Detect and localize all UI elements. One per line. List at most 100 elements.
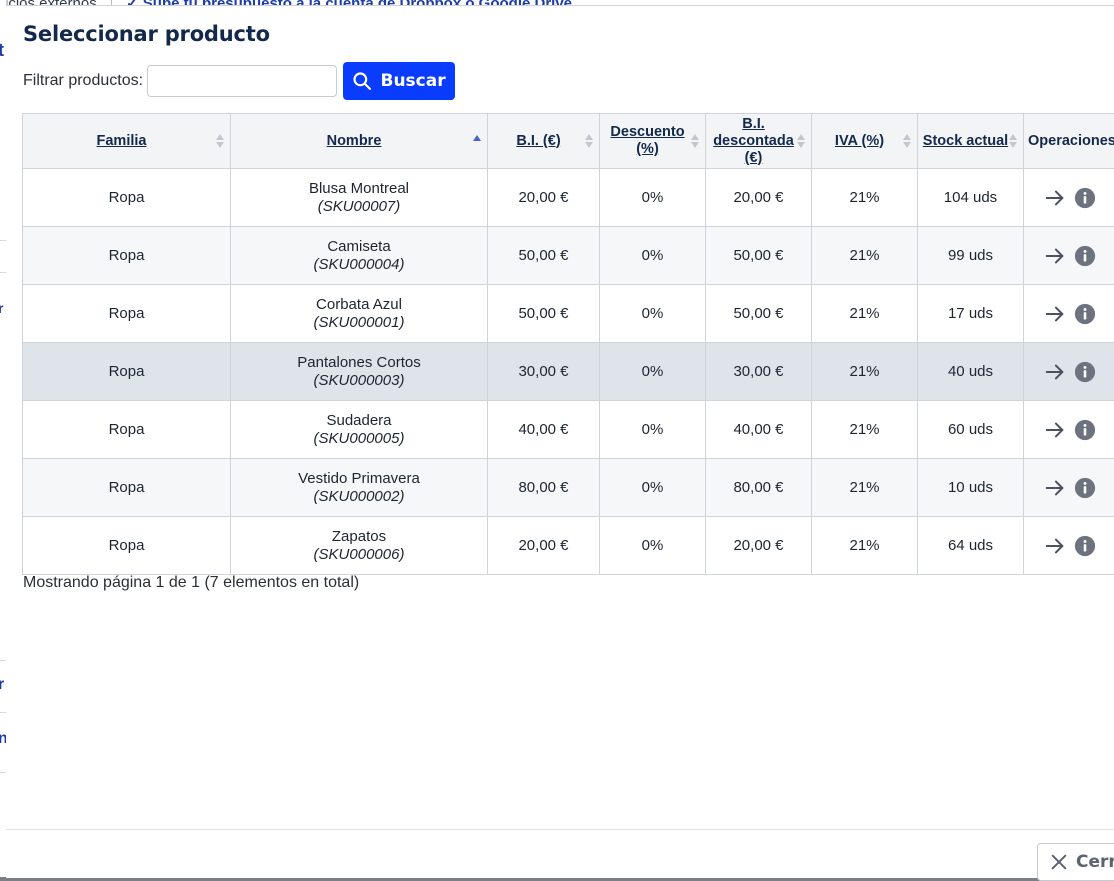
column-header-iva[interactable]: IVA (%) [812,114,918,169]
arrow-right-icon[interactable] [1044,535,1066,557]
column-header-label: Nombre [327,133,382,149]
cell-descuento: 0% [600,401,706,459]
cell-bi-desc: 40,00 € [706,401,812,459]
info-icon[interactable] [1074,535,1096,557]
close-icon [1050,853,1068,871]
cell-bi-desc: 20,00 € [706,169,812,227]
table-row[interactable]: RopaPantalones Cortos(SKU000003)30,00 €0… [23,343,1114,401]
arrow-right-icon[interactable] [1044,187,1066,209]
cell-operaciones [1024,285,1114,343]
sort-icon [216,134,224,148]
product-name: Camiseta [232,238,486,256]
cell-stock: 10 uds [918,459,1024,517]
info-icon[interactable] [1074,245,1096,267]
sort-icon [691,134,699,148]
cell-stock: 104 uds [918,169,1024,227]
table-row[interactable]: RopaBlusa Montreal(SKU00007)20,00 €0%20,… [23,169,1114,227]
table-row[interactable]: RopaZapatos(SKU000006)20,00 €0%20,00 €21… [23,517,1114,575]
cell-bi: 50,00 € [488,227,600,285]
arrow-right-icon[interactable] [1044,303,1066,325]
cell-operaciones [1024,169,1114,227]
column-header-label: descontada [713,133,794,149]
cell-nombre: Corbata Azul(SKU000001) [231,285,488,343]
table-row[interactable]: RopaSudadera(SKU000005)40,00 €0%40,00 €2… [23,401,1114,459]
column-header-stock[interactable]: Stock actual [918,114,1024,169]
info-icon[interactable] [1074,303,1096,325]
cell-familia: Ropa [23,517,231,575]
cell-familia: Ropa [23,169,231,227]
filter-bar: Filtrar productos: Buscar [23,63,455,99]
cell-bi: 20,00 € [488,169,600,227]
cell-iva: 21% [812,169,918,227]
column-header-label: Stock actual [923,133,1008,149]
cell-descuento: 0% [600,169,706,227]
column-header-bi[interactable]: B.I. (€) [488,114,600,169]
cell-bi: 40,00 € [488,401,600,459]
cell-nombre: Vestido Primavera(SKU000002) [231,459,488,517]
close-button-label: Cerr [1076,852,1114,872]
cell-familia: Ropa [23,401,231,459]
cell-bi: 50,00 € [488,285,600,343]
pagination-status: Mostrando página 1 de 1 (7 elementos en … [23,574,359,592]
column-header-operaciones: Operaciones [1024,114,1114,169]
arrow-right-icon[interactable] [1044,477,1066,499]
cell-nombre: Pantalones Cortos(SKU000003) [231,343,488,401]
background-fragment: t [0,40,4,61]
modal-title: Seleccionar producto [23,22,270,46]
cell-nombre: Zapatos(SKU000006) [231,517,488,575]
column-header-nombre[interactable]: Nombre [231,114,488,169]
product-name: Blusa Montreal [232,180,486,198]
arrow-right-icon[interactable] [1044,245,1066,267]
cell-bi-desc: 20,00 € [706,517,812,575]
cell-bi: 20,00 € [488,517,600,575]
column-header-familia[interactable]: Familia [23,114,231,169]
product-sku: (SKU000004) [232,256,486,274]
cell-iva: 21% [812,343,918,401]
filter-products-input[interactable] [147,65,337,97]
product-name: Sudadera [232,412,486,430]
cell-nombre: Camiseta(SKU000004) [231,227,488,285]
product-sku: (SKU000005) [232,430,486,448]
table-row[interactable]: RopaCamiseta(SKU000004)50,00 €0%50,00 €2… [23,227,1114,285]
arrow-right-icon[interactable] [1044,419,1066,441]
cell-stock: 60 uds [918,401,1024,459]
close-button[interactable]: Cerr [1037,843,1114,881]
product-name: Zapatos [232,528,486,546]
cell-operaciones [1024,227,1114,285]
info-icon[interactable] [1074,419,1096,441]
cell-bi-desc: 30,00 € [706,343,812,401]
select-product-modal: Seleccionar producto Filtrar productos: … [6,5,1114,878]
arrow-right-icon[interactable] [1044,361,1066,383]
cell-operaciones [1024,459,1114,517]
cell-familia: Ropa [23,227,231,285]
cell-operaciones [1024,343,1114,401]
product-name: Vestido Primavera [232,470,486,488]
filter-label: Filtrar productos: [23,72,143,90]
modal-footer-divider [6,829,1114,830]
background-fragment: r [0,676,4,694]
products-table-body: RopaBlusa Montreal(SKU00007)20,00 €0%20,… [23,169,1114,575]
product-name: Pantalones Cortos [232,354,486,372]
cell-bi: 30,00 € [488,343,600,401]
column-header-bi-descontada[interactable]: B.I. descontada (€) [706,114,812,169]
info-icon[interactable] [1074,361,1096,383]
table-row[interactable]: RopaVestido Primavera(SKU000002)80,00 €0… [23,459,1114,517]
cell-stock: 99 uds [918,227,1024,285]
cell-familia: Ropa [23,459,231,517]
cell-operaciones [1024,401,1114,459]
cell-familia: Ropa [23,343,231,401]
cell-bi-desc: 50,00 € [706,285,812,343]
cell-bi: 80,00 € [488,459,600,517]
sort-icon [1009,134,1017,148]
column-header-descuento[interactable]: Descuento (%) [600,114,706,169]
column-header-label: Descuento [610,124,684,140]
product-sku: (SKU000002) [232,488,486,506]
product-sku: (SKU000006) [232,546,486,564]
sort-icon [585,134,593,148]
table-row[interactable]: RopaCorbata Azul(SKU000001)50,00 €0%50,0… [23,285,1114,343]
search-button[interactable]: Buscar [343,62,455,100]
cell-iva: 21% [812,401,918,459]
info-icon[interactable] [1074,477,1096,499]
info-icon[interactable] [1074,187,1096,209]
cell-descuento: 0% [600,459,706,517]
